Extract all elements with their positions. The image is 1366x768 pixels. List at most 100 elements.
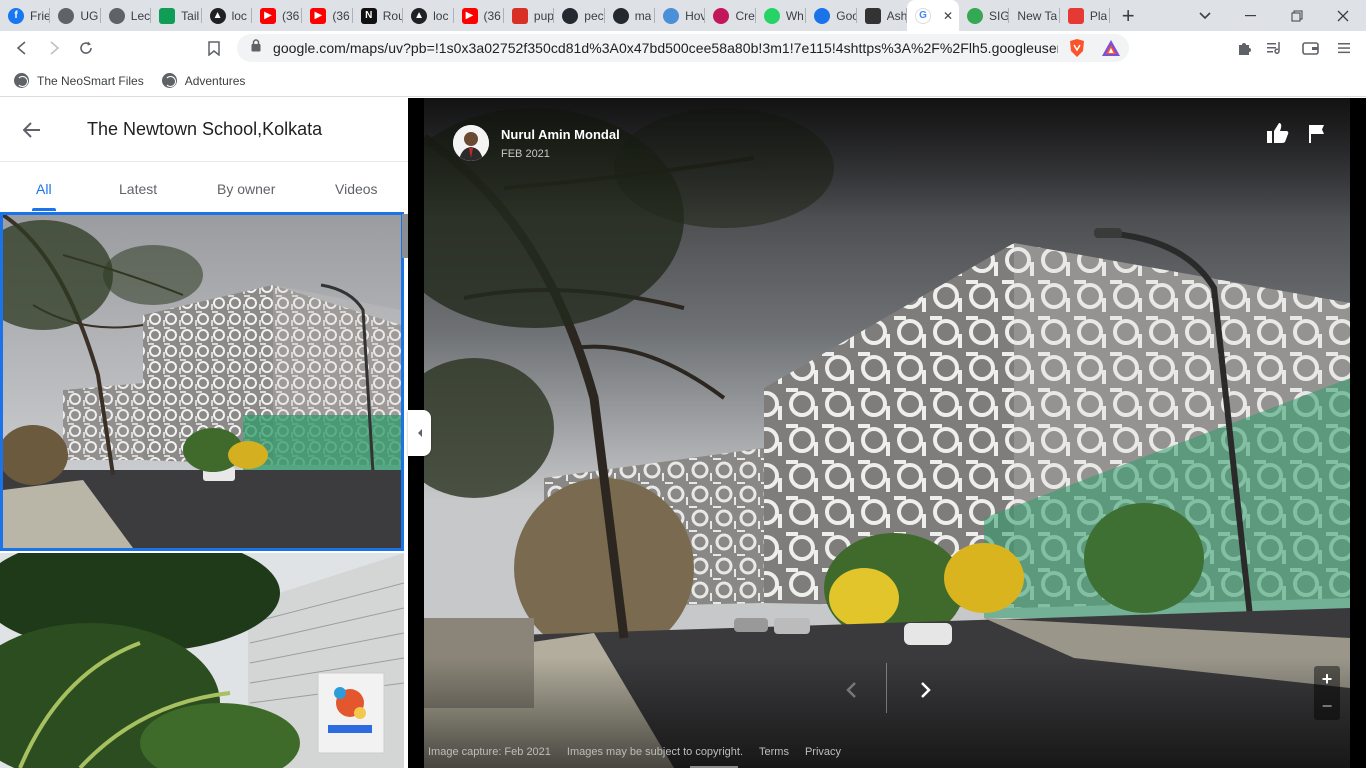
- globe-icon: [14, 73, 29, 88]
- brave-shield-icon[interactable]: [1061, 32, 1093, 64]
- author-name[interactable]: Nurul Amin Mondal: [501, 127, 620, 142]
- tab-by-owner[interactable]: By owner: [217, 181, 275, 197]
- browser-tab[interactable]: SIG: [959, 0, 1010, 31]
- browser-tab[interactable]: New Ta: [1009, 0, 1060, 31]
- browser-tab[interactable]: pup: [504, 0, 555, 31]
- viewer-edge: [1350, 98, 1366, 768]
- maps-icon: [967, 7, 984, 24]
- sheet-icon: [159, 7, 176, 24]
- browser-tab[interactable]: ma: [605, 0, 656, 31]
- photo-thumbnail[interactable]: [0, 553, 404, 768]
- previous-photo-button[interactable]: [836, 675, 866, 705]
- photo-filter-tabs: All Latest By owner Videos: [0, 162, 408, 212]
- street-photo[interactable]: [424, 98, 1350, 768]
- terms-link[interactable]: Terms: [759, 746, 789, 758]
- next-photo-button[interactable]: [911, 675, 941, 705]
- browser-tab[interactable]: Cre: [705, 0, 756, 31]
- browser-tab[interactable]: N Rou: [353, 0, 404, 31]
- browser-tab[interactable]: f Frie: [0, 0, 51, 31]
- extensions-icon[interactable]: [1228, 32, 1260, 64]
- browser-tab[interactable]: Wh: [756, 0, 807, 31]
- tab-title: loc: [231, 8, 247, 23]
- wallet-icon[interactable]: [1294, 32, 1326, 64]
- flag-icon[interactable]: [1308, 124, 1326, 149]
- brave-rewards-icon[interactable]: [1095, 32, 1127, 64]
- link-icon: [663, 7, 680, 24]
- browser-tab[interactable]: ▶ (36: [252, 0, 303, 31]
- chevron-left-icon: [846, 682, 856, 698]
- pin-icon: [713, 7, 730, 24]
- tab-title: (36: [281, 8, 300, 23]
- browser-tab[interactable]: Hov: [655, 0, 706, 31]
- photo-thumbnail-selected[interactable]: [0, 212, 404, 551]
- url-text[interactable]: google.com/maps/uv?pb=!1s0x3a02752f350cd…: [273, 40, 1058, 56]
- zoom-control: + −: [1314, 666, 1340, 720]
- tab-strip: f Frie UG Lec Tail ▲ loc ▶ (36 ▶ (36 N Rou ▲ loc ▶ (36 pu…: [0, 0, 1366, 31]
- browser-tab[interactable]: ▲ loc: [403, 0, 454, 31]
- lock-icon[interactable]: [251, 39, 261, 57]
- zoom-out-button[interactable]: −: [1314, 693, 1340, 720]
- caret-left-icon: [417, 429, 422, 437]
- tab-title: New Ta: [1017, 8, 1058, 23]
- github-icon: [612, 7, 629, 24]
- browser-tab[interactable]: Lec: [101, 0, 152, 31]
- bookmark-icon[interactable]: [198, 32, 230, 64]
- reload-icon[interactable]: [70, 32, 102, 64]
- browser-tab[interactable]: Pla: [1060, 0, 1111, 31]
- close-window-icon[interactable]: [1320, 0, 1366, 31]
- render-icon: ▲: [209, 7, 226, 24]
- whatsapp-icon: [763, 7, 780, 24]
- tab-title: Pla: [1089, 8, 1108, 23]
- restore-icon[interactable]: [1274, 0, 1320, 31]
- google-icon: G: [915, 7, 932, 24]
- bookmark-label: Adventures: [184, 73, 246, 88]
- tab-latest[interactable]: Latest: [119, 181, 157, 197]
- browser-tab[interactable]: UG: [50, 0, 101, 31]
- photo-author[interactable]: Nurul Amin Mondal FEB 2021: [453, 125, 620, 161]
- browser-tab[interactable]: Tail: [151, 0, 202, 31]
- menu-icon[interactable]: [1328, 32, 1360, 64]
- browser-tab[interactable]: ▲ loc: [202, 0, 252, 31]
- collapse-panel-button[interactable]: [408, 410, 431, 456]
- thumbs-up-icon[interactable]: [1266, 122, 1290, 149]
- bookmarks-bar: The NeoSmart Files Adventures: [0, 65, 1366, 97]
- tab-title: loc: [433, 8, 449, 23]
- tab-title: Tail: [181, 8, 200, 23]
- tab-search-icon[interactable]: [1182, 0, 1228, 31]
- render-icon: ▲: [411, 7, 428, 24]
- zoom-in-button[interactable]: +: [1314, 666, 1340, 693]
- media-control-icon[interactable]: [1259, 32, 1291, 64]
- browser-tab[interactable]: G ✕: [907, 0, 960, 31]
- minimize-icon[interactable]: [1228, 0, 1274, 31]
- copyright-notice: Images may be subject to copyright.: [566, 746, 744, 758]
- panel-header: The Newtown School,Kolkata: [0, 98, 408, 162]
- bookmark-neosmart[interactable]: The NeoSmart Files: [14, 73, 144, 88]
- new-tab-button[interactable]: +: [1114, 2, 1142, 30]
- bookmark-adventures[interactable]: Adventures: [161, 73, 246, 88]
- back-icon[interactable]: [6, 32, 38, 64]
- browser-toolbar: google.com/maps/uv?pb=!1s0x3a02752f350cd…: [0, 31, 1366, 65]
- meet-icon: [814, 7, 831, 24]
- tab-title: (36: [332, 8, 350, 23]
- notion-icon: N: [360, 7, 377, 24]
- back-button[interactable]: [0, 98, 64, 162]
- tab-title: pec: [584, 8, 604, 23]
- youtube-icon: ▶: [461, 7, 478, 24]
- tab-title: pup: [533, 8, 554, 23]
- forward-icon[interactable]: [38, 32, 70, 64]
- browser-tab[interactable]: ▶ (36: [454, 0, 504, 31]
- tab-title: SIG: [989, 8, 1010, 23]
- avatar[interactable]: [453, 125, 489, 161]
- arrow-back-icon: [23, 121, 40, 138]
- browser-tab[interactable]: Ash: [857, 0, 908, 31]
- tab-title: Hov: [685, 8, 706, 23]
- browser-tab[interactable]: Goo: [806, 0, 857, 31]
- address-bar[interactable]: google.com/maps/uv?pb=!1s0x3a02752f350cd…: [237, 34, 1129, 62]
- browser-tab[interactable]: ▶ (36: [302, 0, 353, 31]
- privacy-link[interactable]: Privacy: [805, 746, 841, 758]
- tab-title: UG: [80, 8, 99, 23]
- tab-videos[interactable]: Videos: [335, 181, 378, 197]
- browser-tab[interactable]: pec: [554, 0, 605, 31]
- tab-all[interactable]: All: [36, 181, 52, 197]
- close-tab-icon[interactable]: ✕: [943, 9, 953, 23]
